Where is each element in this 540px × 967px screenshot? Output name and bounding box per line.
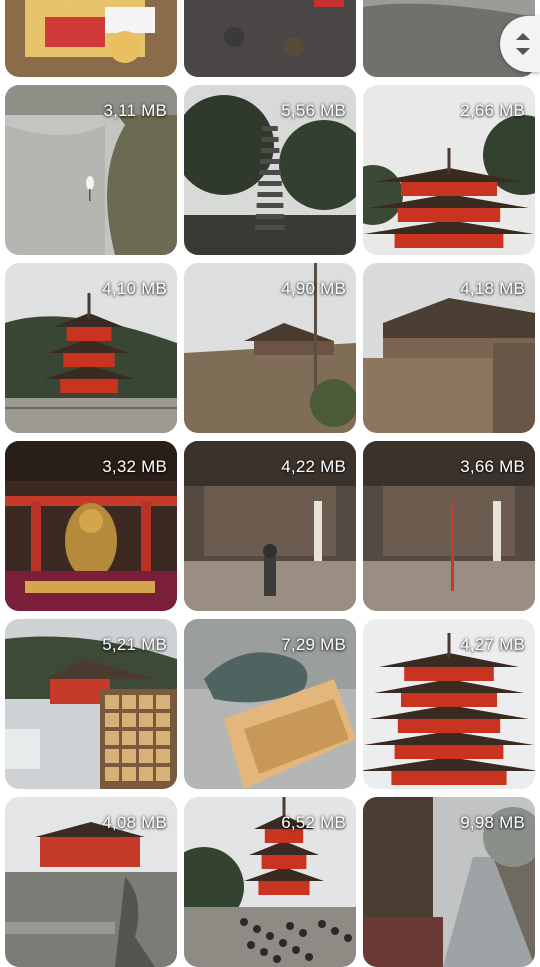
file-size-label: 6,52 MB [281, 813, 346, 832]
file-size-label: 7,29 MB [281, 635, 346, 654]
file-size-label: 4,22 MB [281, 457, 346, 476]
photo-thumbnail[interactable]: 3,32 MB [5, 441, 177, 611]
file-size-label: 4,18 MB [460, 279, 525, 298]
photo-thumbnail[interactable]: 4,27 MB [363, 619, 535, 789]
photo-thumbnail[interactable]: 7,29 MB [184, 619, 356, 789]
photo-thumbnail[interactable]: 5,21 MB [5, 619, 177, 789]
photo-thumbnail[interactable]: 4,18 MB [363, 263, 535, 433]
photo-thumbnail[interactable]: 3,66 MB [363, 441, 535, 611]
photo-thumbnail[interactable]: 3,11 MB [5, 85, 177, 255]
file-size-label: 4,08 MB [102, 813, 167, 832]
file-size-label: 3,11 MB [103, 101, 167, 120]
photo-grid: 3,11 MB 5,56 MB 2,66 MB 4,10 MB 4,90 MB 4,18 … [5, 0, 535, 967]
file-size-label: 2,66 MB [460, 101, 525, 120]
photo-thumbnail[interactable] [5, 0, 177, 77]
photo-thumbnail[interactable]: 6,52 MB [184, 797, 356, 967]
chevron-up-icon [516, 33, 530, 40]
file-size-label: 9,98 MB [460, 813, 525, 832]
file-size-label: 3,66 MB [460, 457, 525, 476]
chevron-down-icon [516, 48, 530, 55]
photo-image [184, 0, 356, 77]
photo-thumbnail[interactable]: 9,98 MB [363, 797, 535, 967]
photo-thumbnail[interactable] [184, 0, 356, 77]
file-size-label: 4,27 MB [460, 635, 525, 654]
file-size-label: 4,90 MB [281, 279, 346, 298]
photo-thumbnail[interactable]: 4,22 MB [184, 441, 356, 611]
photo-thumbnail[interactable]: 4,08 MB [5, 797, 177, 967]
photo-thumbnail[interactable]: 4,90 MB [184, 263, 356, 433]
file-size-label: 5,21 MB [102, 635, 167, 654]
file-size-label: 3,32 MB [102, 457, 167, 476]
photo-thumbnail[interactable]: 4,10 MB [5, 263, 177, 433]
photo-thumbnail[interactable]: 2,66 MB [363, 85, 535, 255]
file-size-label: 4,10 MB [102, 279, 167, 298]
file-size-label: 5,56 MB [281, 101, 346, 120]
photo-image [5, 0, 177, 77]
photo-thumbnail[interactable]: 5,56 MB [184, 85, 356, 255]
